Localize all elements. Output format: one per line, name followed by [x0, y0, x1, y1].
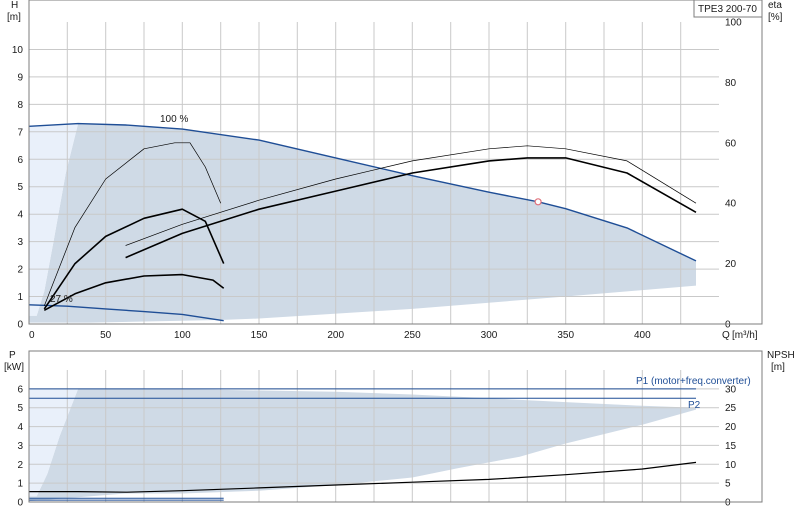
- y2-tick-label: 60: [725, 138, 737, 149]
- p-axis-label: P: [9, 350, 16, 361]
- pump-curve-chart: 0123456789100204060801000 50 100 150 200 250 3…: [4, 0, 795, 509]
- x-tick-label: 400: [634, 330, 651, 341]
- head-efficiency-chart: 0123456789100204060801000 50 100 150 200 250 3…: [7, 0, 783, 341]
- operating-point-marker: [534, 198, 542, 206]
- chart-title: TPE3 200-70: [698, 4, 757, 15]
- x-tick-label: 150: [251, 330, 268, 341]
- x-tick-label: 100: [174, 330, 191, 341]
- annotation-27-percent: 27 %: [50, 294, 73, 305]
- y-tick-label: 2: [17, 460, 23, 471]
- y-tick-label: 9: [17, 72, 23, 83]
- eta-axis-label: eta: [768, 0, 782, 11]
- p2-legend-label: P2: [688, 400, 701, 411]
- y2-tick-label: 20: [725, 259, 737, 270]
- y-tick-label: 5: [17, 403, 23, 414]
- q-axis-unit: [m³/h]: [732, 330, 758, 341]
- y-tick-label: 1: [17, 292, 23, 303]
- x-tick-label: 250: [404, 330, 421, 341]
- eta-axis-unit: [%]: [768, 12, 783, 23]
- q-axis-label: Q: [722, 330, 730, 341]
- y2-tick-label: 15: [725, 441, 737, 452]
- annotation-100-percent: 100 %: [160, 114, 188, 125]
- y-tick-label: 8: [17, 100, 23, 111]
- y2-tick-label: 80: [725, 78, 737, 89]
- y-tick-label: 0: [17, 498, 23, 509]
- p1-legend-label: P1 (motor+freq.converter): [636, 376, 751, 387]
- p-axis-unit: [kW]: [4, 362, 24, 373]
- operating-range-area: [29, 123, 696, 323]
- npsh-axis-unit: [m]: [771, 362, 785, 373]
- h-axis-unit: [m]: [7, 12, 21, 23]
- y-tick-label: 6: [17, 384, 23, 395]
- y-tick-label: 1: [17, 479, 23, 490]
- y-tick-label: 0: [17, 320, 23, 331]
- y2-tick-label: 100: [725, 18, 742, 29]
- y-tick-label: 5: [17, 182, 23, 193]
- npsh-axis-label: NPSH: [767, 350, 795, 361]
- y-tick-label: 7: [17, 127, 23, 138]
- y2-tick-label: 40: [725, 199, 737, 210]
- x-tick-label: 50: [100, 330, 112, 341]
- y2-tick-label: 0: [725, 498, 731, 509]
- h-axis-label: H: [11, 0, 18, 11]
- y-tick-label: 3: [17, 441, 23, 452]
- x-tick-label: 0: [29, 330, 35, 341]
- y-tick-label: 6: [17, 155, 23, 166]
- power-npsh-chart: 0123456051015202530 P [kW] NPSH [m] P1 (…: [4, 350, 795, 509]
- y-tick-label: 4: [17, 422, 23, 433]
- y2-tick-label: 5: [725, 479, 731, 490]
- x-tick-label: 200: [327, 330, 344, 341]
- y2-tick-label: 0: [725, 320, 731, 331]
- y2-tick-label: 20: [725, 422, 737, 433]
- x-tick-label: 350: [557, 330, 574, 341]
- y-tick-label: 4: [17, 210, 23, 221]
- y-tick-label: 3: [17, 237, 23, 248]
- y-tick-label: 10: [12, 45, 24, 56]
- y-tick-label: 2: [17, 265, 23, 276]
- y2-tick-label: 10: [725, 460, 737, 471]
- x-tick-label: 300: [481, 330, 498, 341]
- y2-tick-label: 25: [725, 403, 737, 414]
